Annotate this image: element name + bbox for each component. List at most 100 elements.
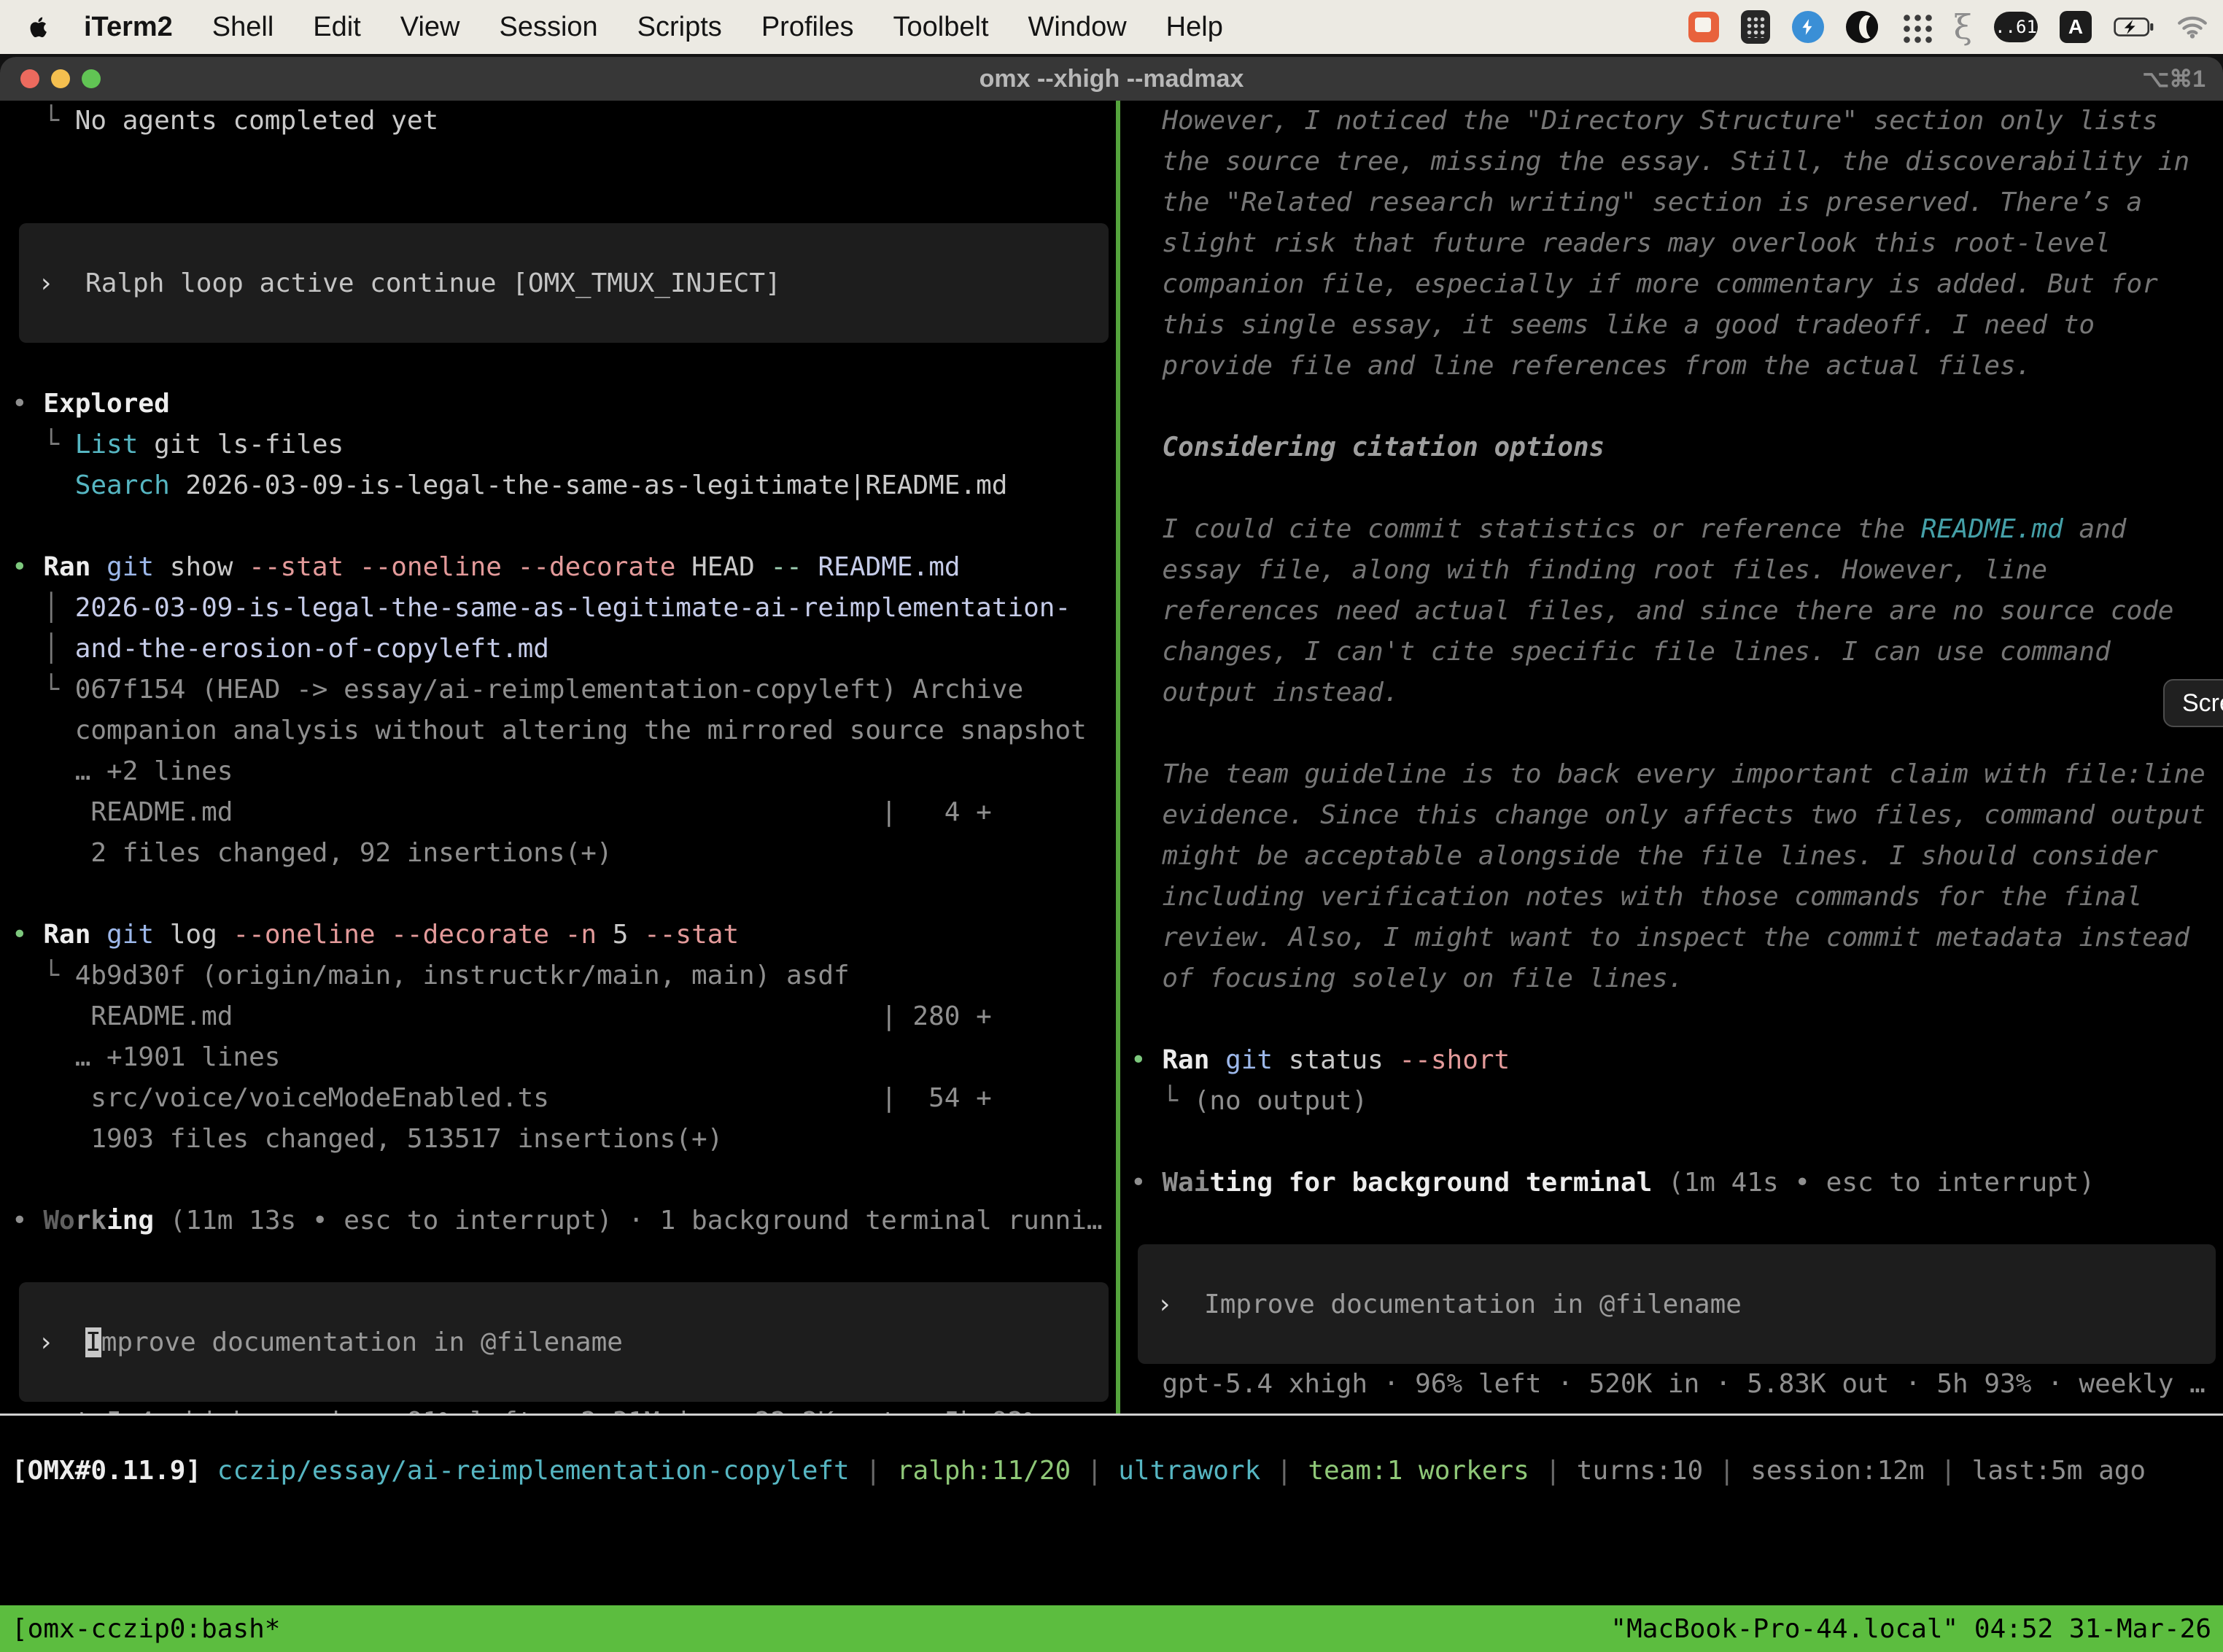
terminal-line: changes, I can't cite specific file line…: [1130, 632, 2223, 672]
messenger-status-icon[interactable]: [1792, 11, 1824, 43]
apple-menu-icon[interactable]: [25, 12, 54, 42]
prompt-chevron: ›: [38, 1327, 85, 1357]
battery-status-icon[interactable]: [2114, 17, 2154, 37]
terminal-line: README.md | 4 +: [12, 792, 1116, 833]
terminal-line: The team guideline is to back every impo…: [1130, 754, 2223, 795]
menu-item-scripts[interactable]: Scripts: [618, 12, 742, 43]
left-output-main: • Explored └ List git ls-files Search 20…: [12, 343, 1116, 1241]
iterm2-window: omx --xhigh --madmax ⌥⌘1 └ No agents com…: [0, 57, 2223, 1652]
chat-app-status-icon[interactable]: [1688, 12, 1719, 42]
terminal-line: • Waiting for background terminal (1m 41…: [1130, 1163, 2223, 1203]
terminal-line: • Ran git status --short: [1130, 1040, 2223, 1081]
terminal-line: I could cite commit statistics or refere…: [1130, 509, 2223, 550]
terminal-line: slight risk that future readers may over…: [1130, 223, 2223, 264]
menu-item-session[interactable]: Session: [479, 12, 617, 43]
terminal-line: this single essay, it seems like a good …: [1130, 305, 2223, 346]
menu-item-view[interactable]: View: [381, 12, 480, 43]
left-prompt-box-top[interactable]: › Ralph loop active continue [OMX_TMUX_I…: [19, 223, 1109, 343]
tmux-window-tab[interactable]: [omx-cczip0:bash*: [12, 1614, 280, 1644]
terminal-line: └ List git ls-files: [12, 424, 1116, 465]
terminal-line: review. Also, I might want to inspect th…: [1130, 918, 2223, 958]
left-session-status: gpt-5.4 xhigh · main · 91% left · 2.31M …: [12, 1402, 1116, 1413]
terminal-line: Search 2026-03-09-is-legal-the-same-as-l…: [12, 465, 1116, 506]
window-title: omx --xhigh --madmax: [0, 65, 2223, 93]
terminal-line: might be acceptable alongside the file l…: [1130, 836, 2223, 877]
terminal-line: • Ran git show --stat --oneline --decora…: [12, 547, 1116, 588]
menu-item-iterm2[interactable]: iTerm2: [64, 12, 193, 43]
input-text: Improve documentation in @filename: [1204, 1290, 1742, 1319]
terminal-line: including verification notes with those …: [1130, 877, 2223, 918]
window-shortcut-badge: ⌥⌘1: [2142, 65, 2205, 93]
terminal-line: [1130, 387, 2223, 427]
prompt-chevron: ›: [1157, 1290, 1204, 1319]
tmux-host-clock: "MacBook-Pro-44.local" 04:52 31-Mar-26: [1610, 1614, 2211, 1644]
terminal-line: [12, 506, 1116, 547]
input-text: mprove documentation in @filename: [101, 1327, 623, 1357]
omx-footer-zone: [OMX#0.11.9] cczip/essay/ai-reimplementa…: [0, 1451, 2223, 1605]
terminal-line: essay file, along with finding root file…: [1130, 550, 2223, 591]
terminal-line: • Ran git log --oneline --decorate -n 5 …: [12, 915, 1116, 955]
terminal-line: output instead.: [1130, 672, 2223, 713]
a-badge-status-icon[interactable]: A: [2060, 11, 2092, 43]
terminal-line: [1130, 1122, 2223, 1163]
terminal-line: references need actual files, and since …: [1130, 591, 2223, 632]
menu-item-shell[interactable]: Shell: [193, 12, 294, 43]
tmux-panes: └ No agents completed yet › Ralph loop a…: [0, 101, 2223, 1416]
terminal-line: 2 files changed, 92 insertions(+): [12, 833, 1116, 874]
terminal-line: Considering citation options: [1130, 427, 2223, 468]
terminal-line: … +2 lines: [12, 751, 1116, 792]
terminal-line: … +1901 lines: [12, 1037, 1116, 1078]
left-output-top: └ No agents completed yet: [12, 101, 1116, 182]
menu-item-edit[interactable]: Edit: [293, 12, 380, 43]
macos-menubar: iTerm2 Shell Edit View Session Scripts P…: [0, 0, 2223, 54]
tmux-status-bar: [omx-cczip0:bash* "MacBook-Pro-44.local"…: [0, 1605, 2223, 1652]
terminal-line: README.md | 280 +: [12, 996, 1116, 1037]
terminal-line: gpt-5.4 xhigh · 96% left · 520K in · 5.8…: [1130, 1364, 2223, 1405]
terminal-line: [1130, 713, 2223, 754]
count-badge-status-icon[interactable]: ..61: [1994, 12, 2038, 42]
wifi-status-icon[interactable]: [2176, 15, 2208, 39]
menu-item-help[interactable]: Help: [1147, 12, 1243, 43]
keyboard-status-icon[interactable]: [1741, 10, 1770, 44]
terminal-line: provide file and line references from th…: [1130, 346, 2223, 387]
terminal-line: • Working (11m 13s • esc to interrupt) ·…: [12, 1201, 1116, 1241]
terminal-pane-right[interactable]: However, I noticed the "Directory Struct…: [1120, 101, 2223, 1413]
terminal-line: companion file, especially if more comme…: [1130, 264, 2223, 305]
terminal-line: the "Related research writing" section i…: [1130, 182, 2223, 223]
menu-item-toolbelt[interactable]: Toolbelt: [874, 12, 1009, 43]
terminal-line: [1130, 468, 2223, 509]
app-grid-status-icon[interactable]: [1900, 11, 1932, 43]
left-input-box[interactable]: › Improve documentation in @filename: [19, 1282, 1109, 1402]
right-input-box[interactable]: › Improve documentation in @filename: [1138, 1244, 2216, 1364]
squiggle-status-icon[interactable]: ξ: [1954, 11, 1972, 43]
terminal-line: companion analysis without altering the …: [12, 710, 1116, 751]
terminal-line: └ (no output): [1130, 1081, 2223, 1122]
prompt-chevron: ›: [38, 268, 85, 298]
prompt-text: Ralph loop active continue [OMX_TMUX_INJ…: [85, 268, 781, 298]
terminal-line: However, I noticed the "Directory Struct…: [1130, 101, 2223, 141]
omx-status: [OMX#0.11.9] cczip/essay/ai-reimplementa…: [0, 1451, 2223, 1492]
terminal-line: [1130, 999, 2223, 1040]
terminal-line: of focusing solely on file lines.: [1130, 958, 2223, 999]
terminal-line: src/voice/voiceModeEnabled.ts | 54 +: [12, 1078, 1116, 1119]
window-titlebar[interactable]: omx --xhigh --madmax ⌥⌘1: [0, 57, 2223, 101]
terminal-line: └ No agents completed yet: [12, 101, 1116, 141]
terminal-line: │ 2026-03-09-is-legal-the-same-as-legiti…: [12, 588, 1116, 629]
menu-item-profiles[interactable]: Profiles: [742, 12, 874, 43]
omx-status-line: [OMX#0.11.9] cczip/essay/ai-reimplementa…: [12, 1451, 2223, 1492]
right-output-main: However, I noticed the "Directory Struct…: [1130, 101, 2223, 1203]
terminal-line: [12, 1160, 1116, 1201]
terminal-line: evidence. Since this change only affects…: [1130, 795, 2223, 836]
screen-share-overlay-button[interactable]: Scre: [2163, 679, 2223, 727]
terminal-line: 1903 files changed, 513517 insertions(+): [12, 1119, 1116, 1160]
terminal-line: gpt-5.4 xhigh · main · 91% left · 2.31M …: [12, 1402, 1116, 1413]
terminal-line: └ 4b9d30f (origin/main, instructkr/main,…: [12, 955, 1116, 996]
menu-item-window[interactable]: Window: [1009, 12, 1147, 43]
dark-mode-status-icon[interactable]: [1846, 11, 1878, 43]
right-session-status: gpt-5.4 xhigh · 96% left · 520K in · 5.8…: [1130, 1364, 2223, 1405]
terminal-pane-left[interactable]: └ No agents completed yet › Ralph loop a…: [0, 101, 1116, 1413]
terminal-line: [12, 343, 1116, 384]
terminal-line: the source tree, missing the essay. Stil…: [1130, 141, 2223, 182]
terminal-line: [12, 874, 1116, 915]
text-cursor: I: [85, 1327, 101, 1357]
